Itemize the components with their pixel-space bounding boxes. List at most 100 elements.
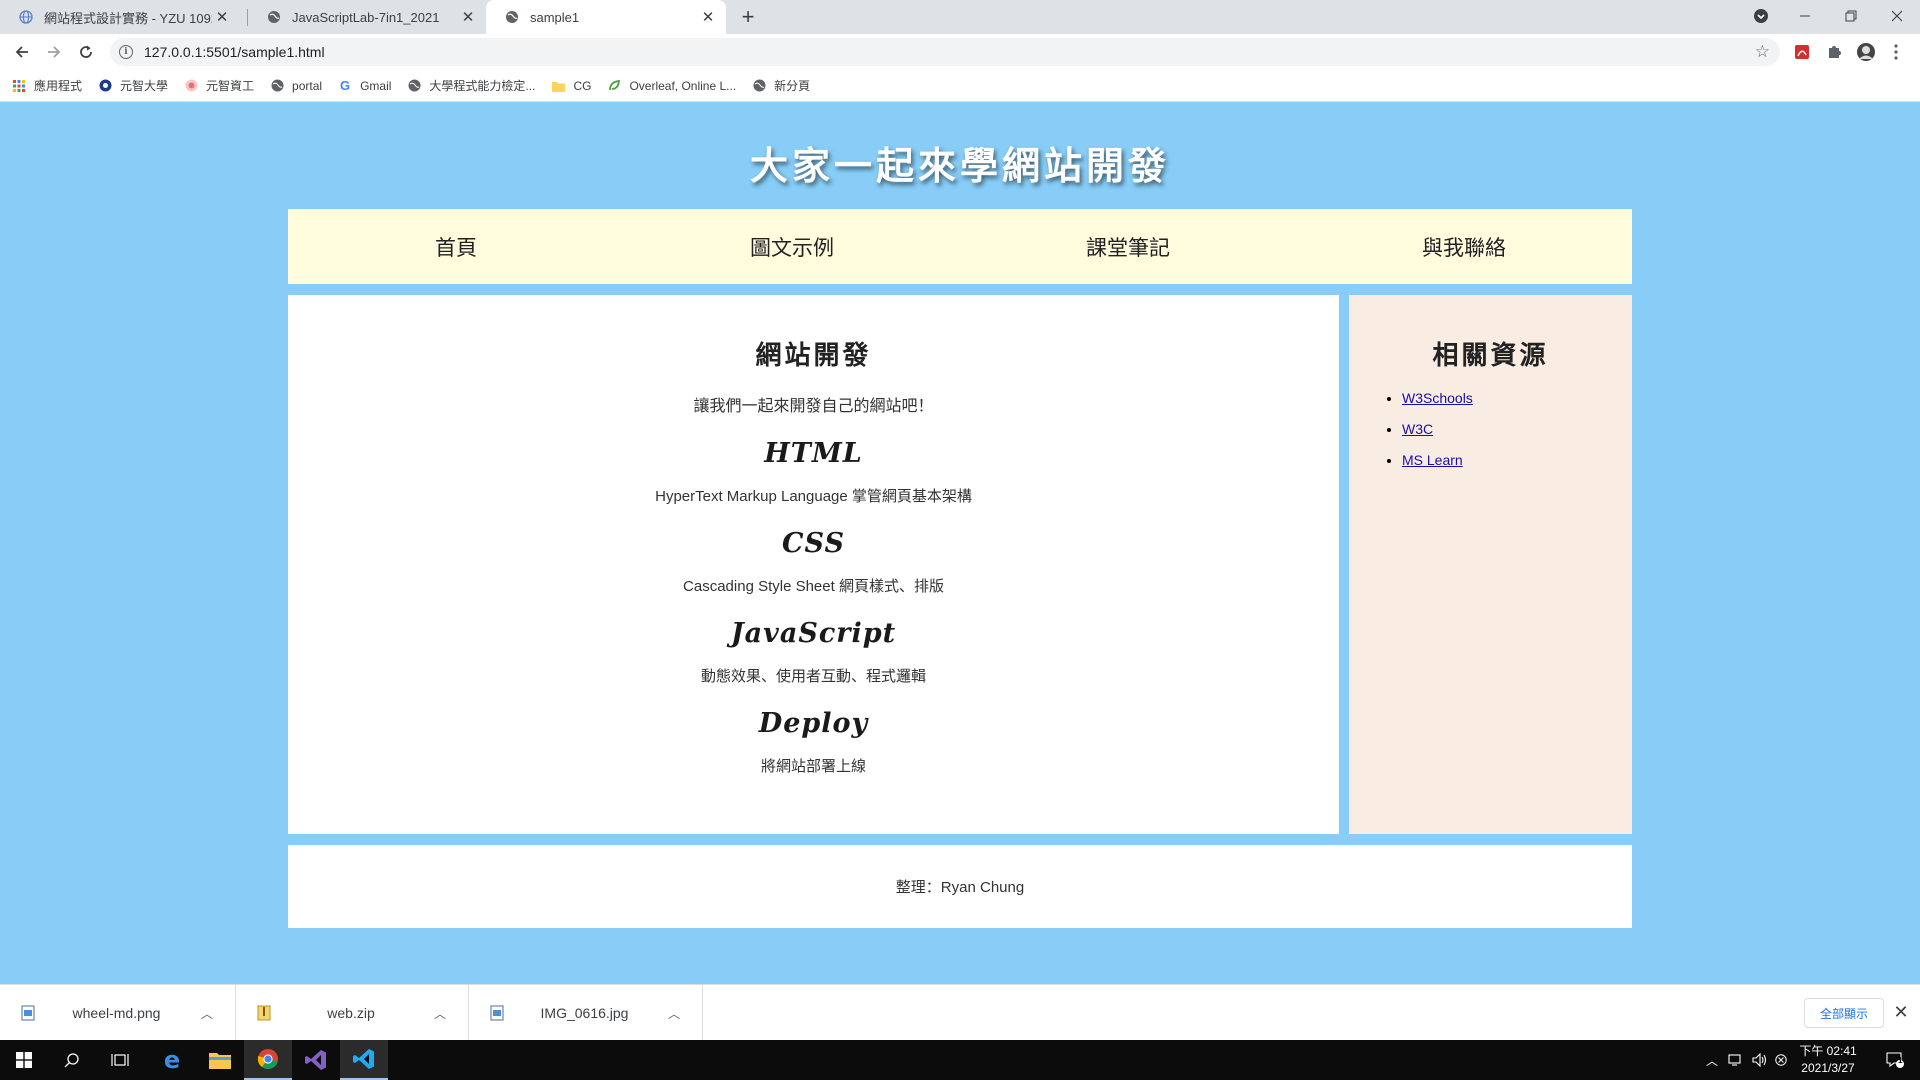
section-title-html: HTML [764,438,863,469]
task-view-icon[interactable] [96,1040,144,1080]
ime-icon[interactable] [1775,1040,1787,1080]
info-icon[interactable]: i [119,45,133,59]
chevron-up-icon[interactable]: ︿ [664,1005,684,1022]
download-item[interactable]: wheel-md.png ︿ [0,985,236,1041]
pdf-extension-icon[interactable] [1792,42,1812,62]
bookmark-new-tab[interactable]: 新分頁 [752,77,810,94]
volume-icon[interactable] [1752,1040,1768,1080]
globe-icon [18,9,34,25]
resource-list: W3Schools W3C MS Learn [1402,390,1632,468]
section-desc-css: Cascading Style Sheet 網頁樣式、排版 [683,578,944,595]
close-icon[interactable]: ✕ [1890,1001,1912,1023]
section-desc-deploy: 將網站部署上線 [760,758,866,775]
bookmark-label: 元智大學 [120,79,169,93]
search-icon[interactable] [48,1040,96,1080]
bookmark-cg-folder[interactable]: CG [551,79,591,93]
forward-icon[interactable] [42,40,66,64]
globe-icon [504,9,520,25]
link-w3schools[interactable]: W3Schools [1402,390,1473,406]
taskbar-clock[interactable]: 下午 02:41 2021/3/27 [1790,1043,1866,1077]
profile-avatar-icon[interactable] [1856,42,1876,62]
address-bar[interactable]: i 127.0.0.1:5501/sample1.html ☆ [110,38,1780,66]
file-explorer-icon[interactable] [196,1040,244,1080]
download-item[interactable]: web.zip ︿ [236,985,469,1041]
folder-icon [551,79,565,93]
yzu-logo-icon [98,79,112,93]
nav-item-home[interactable]: 首頁 [288,209,624,284]
link-w3c[interactable]: W3C [1402,421,1433,437]
minimize-icon[interactable] [1782,0,1828,32]
chevron-up-icon[interactable]: ︿ [430,1005,450,1022]
vscode-icon[interactable] [340,1040,388,1080]
windows-start-icon[interactable] [0,1040,48,1080]
globe-icon [407,79,421,93]
bookmark-label: 應用程式 [34,79,83,93]
notification-icon[interactable]: 1 [1880,1040,1910,1080]
close-window-icon[interactable] [1874,0,1920,32]
globe-icon [270,79,284,93]
bookmark-yzu-cse[interactable]: 元智資工 [184,77,254,94]
list-item: W3C [1402,421,1632,437]
bookmark-star-icon[interactable]: ☆ [1755,42,1770,62]
bookmark-overleaf[interactable]: Overleaf, Online L... [607,79,736,93]
bookmark-portal[interactable]: portal [270,79,322,93]
browser-tab-active[interactable]: sample1 ✕ [486,0,726,34]
clock-time: 下午 02:41 [1799,1044,1857,1058]
image-file-icon [489,1004,505,1022]
reload-icon[interactable] [74,40,98,64]
extensions-puzzle-icon[interactable] [1824,42,1844,62]
bookmark-apps[interactable]: 應用程式 [12,77,82,94]
close-icon[interactable]: ✕ [698,7,718,27]
globe-icon [752,79,766,93]
download-filename: web.zip [327,1005,375,1021]
restore-icon[interactable] [1828,0,1874,32]
chevron-up-icon[interactable]: ︿ [197,1005,217,1022]
bookmark-label: Gmail [360,78,392,93]
bookmark-label: CG [573,78,592,93]
main-heading: 網站開發 [755,341,872,371]
visual-studio-icon[interactable] [292,1040,340,1080]
browser-tab-bar: 網站程式設計實務 - YZU 1092 ✕ JavaScriptLab-7in1… [0,0,1920,34]
main-content: 網站開發 讓我們一起來開發自己的網站吧！ HTML HyperText Mark… [288,295,1339,834]
site-nav: 首頁 圖文示例 課堂筆記 與我聯絡 [288,209,1632,284]
section-desc-javascript: 動態效果、使用者互動、程式邏輯 [700,668,926,685]
network-icon[interactable] [1728,1040,1744,1080]
nav-item-notes[interactable]: 課堂筆記 [960,209,1296,284]
url-text: 127.0.0.1:5501/sample1.html [144,44,325,60]
sidebar-resources: 相關資源 W3Schools W3C MS Learn [1349,295,1632,834]
section-title-deploy: Deploy [758,708,869,739]
bookmark-yzu[interactable]: 元智大學 [98,77,168,94]
tab-title: JavaScriptLab-7in1_2021 [292,9,440,25]
back-icon[interactable] [10,40,34,64]
bookmark-gmail[interactable]: G Gmail [338,78,392,93]
link-ms-learn[interactable]: MS Learn [1402,452,1463,468]
bookmark-label: 大學程式能力檢定... [429,79,536,93]
browser-tab[interactable]: 網站程式設計實務 - YZU 1092 ✕ [0,0,240,34]
close-icon[interactable]: ✕ [458,7,478,27]
nav-item-contact[interactable]: 與我聯絡 [1296,209,1632,284]
list-item: W3Schools [1402,390,1632,406]
bookmark-cpe[interactable]: 大學程式能力檢定... [407,77,535,94]
globe-icon [266,9,282,25]
tab-search-icon[interactable] [1738,0,1784,32]
edge-browser-icon[interactable]: e [148,1040,196,1080]
download-item[interactable]: IMG_0616.jpg ︿ [469,985,703,1041]
windows-taskbar: e ︿ 下午 02:41 2021/3/27 1 [0,1040,1920,1080]
section-desc-html: HyperText Markup Language 掌管網頁基本架構 [655,488,972,505]
show-all-downloads-button[interactable]: 全部顯示 [1804,998,1884,1028]
tray-chevron-up-icon[interactable]: ︿ [1706,1040,1718,1080]
clock-date: 2021/3/27 [1801,1061,1855,1075]
page-viewport: 大家一起來學網站開發 首頁 圖文示例 課堂筆記 與我聯絡 網站開發 讓我們一起來… [0,103,1920,984]
nav-item-examples[interactable]: 圖文示例 [624,209,960,284]
menu-kebab-icon[interactable] [1886,42,1906,62]
close-icon[interactable]: ✕ [212,7,232,27]
site-title: 大家一起來學網站開發 [749,143,1170,188]
image-file-icon [20,1004,36,1022]
notification-count: 1 [1898,1056,1903,1065]
cse-logo-icon [184,79,198,93]
chrome-icon[interactable] [244,1040,292,1080]
browser-tab[interactable]: JavaScriptLab-7in1_2021 ✕ [248,0,486,34]
section-title-css: CSS [782,528,845,559]
new-tab-button[interactable]: + [736,4,760,29]
browser-toolbar: i 127.0.0.1:5501/sample1.html ☆ [0,34,1920,70]
